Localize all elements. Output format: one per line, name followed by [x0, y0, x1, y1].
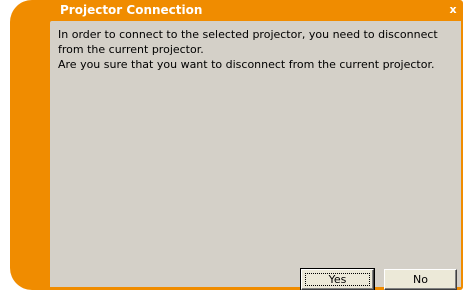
dialog-content: In order to connect to the selected proj… [50, 21, 461, 290]
close-button[interactable]: x [446, 3, 460, 17]
message-line-1: In order to connect to the selected proj… [58, 28, 438, 56]
yes-button-label: Yes [328, 273, 347, 286]
dialog-title: Projector Connection [60, 3, 203, 17]
title-bar[interactable]: Projector Connection x [10, 0, 463, 20]
no-button[interactable]: No [384, 269, 457, 290]
projector-connection-dialog: Projector Connection x In order to conne… [10, 0, 463, 290]
page: Projector Connection x In order to conne… [0, 0, 471, 297]
message-line-2: Are you sure that you want to disconnect… [58, 58, 435, 71]
no-button-label: No [413, 273, 428, 286]
message-text: In order to connect to the selected proj… [58, 27, 456, 72]
yes-button[interactable]: Yes [300, 268, 375, 290]
